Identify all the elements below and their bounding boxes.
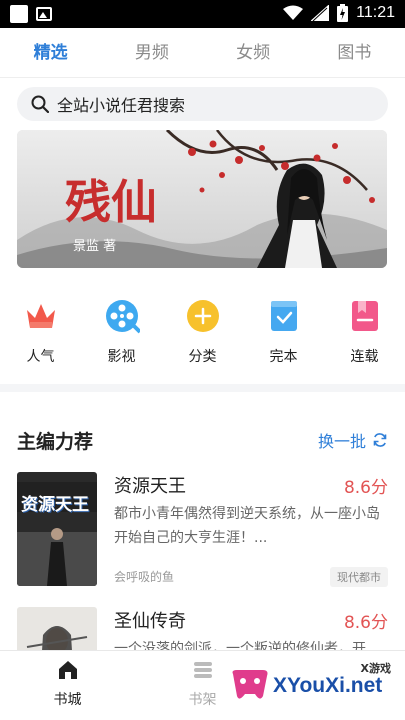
signal-icon — [311, 5, 330, 21]
refresh-label: 换一批 — [317, 432, 366, 451]
banner-author: 景监 著 — [73, 239, 116, 254]
gamepad-logo-icon — [232, 670, 268, 699]
book-title: 资源天王 — [114, 476, 186, 497]
book-score: 8.6分 — [343, 478, 388, 498]
category-completed[interactable]: 完本 — [243, 298, 324, 366]
refresh-icon — [373, 433, 387, 447]
book-cover: 资源天王 — [17, 472, 97, 586]
image-notification-icon — [36, 7, 52, 21]
watermark: X游戏 XYouXi.net — [227, 654, 397, 710]
wifi-icon — [283, 5, 304, 20]
notification-icon — [10, 5, 28, 23]
category-label: 完本 — [269, 349, 298, 365]
category-shortcuts: 人气 影视 分类 完本 连载 — [0, 298, 405, 366]
tab-books[interactable]: 图书 — [304, 28, 405, 77]
film-reel-icon — [105, 300, 140, 334]
book-description: 都市小青年偶然得到逆天系统，从一座小岛开始自己的大亨生涯！... — [114, 506, 380, 546]
tab-male[interactable]: 男频 — [101, 28, 202, 77]
nav-label: 书架 — [188, 692, 217, 708]
section-divider — [0, 384, 405, 392]
category-popular[interactable]: 人气 — [0, 298, 81, 366]
clock: 11:21 — [356, 4, 395, 21]
nav-label: 书城 — [53, 692, 82, 708]
book-item[interactable]: 资源天王 资源天王 8.6分 都市小青年偶然得到逆天系统，从一座小岛开始自己的大… — [17, 472, 388, 588]
crown-icon — [26, 304, 55, 328]
banner-artwork: 残仙 景监 著 — [17, 130, 387, 268]
home-icon — [58, 661, 77, 679]
category-label: 分类 — [188, 349, 217, 365]
banner[interactable]: 残仙 景监 著 — [17, 130, 387, 268]
book-author: 会呼吸的鱼 — [114, 570, 175, 584]
category-film[interactable]: 影视 — [81, 298, 162, 366]
section-title: 主编力荐 — [17, 431, 94, 453]
tab-featured[interactable]: 精选 — [0, 28, 101, 77]
bookmark-book-icon — [351, 301, 378, 331]
book-title: 圣仙传奇 — [114, 611, 186, 632]
refresh-button[interactable]: 换一批 — [318, 428, 388, 452]
category-label: 影视 — [107, 349, 136, 365]
bookshelf-icon — [193, 662, 212, 678]
search-icon — [31, 95, 49, 113]
book-score: 8.6分 — [343, 613, 388, 633]
category-classify[interactable]: 分类 — [162, 298, 243, 366]
book-item[interactable]: 圣仙传奇 8.6分 一个没落的剑派，一个叛逆的修仙者，开 — [17, 607, 388, 650]
book-genre-tag: 现代都市 — [330, 567, 388, 587]
status-bar: 11:21 — [0, 0, 405, 28]
nav-bookstore[interactable]: 书城 — [0, 651, 135, 720]
category-serial[interactable]: 连载 — [324, 298, 405, 366]
top-tabs: 精选 男频 女频 图书 — [0, 28, 405, 78]
search-placeholder: 全站小说任君搜索 — [57, 96, 186, 115]
search-bar[interactable]: 全站小说任君搜索 — [17, 87, 388, 121]
banner-title: 残仙 — [65, 175, 157, 229]
battery-icon — [337, 4, 349, 22]
book-cover — [17, 607, 97, 650]
watermark-text: XYouXi.net — [273, 674, 383, 697]
cover-title: 资源天王 — [21, 495, 89, 515]
tab-female[interactable]: 女频 — [203, 28, 304, 77]
check-book-icon — [270, 301, 297, 331]
category-label: 连载 — [350, 349, 379, 365]
plus-circle-icon — [186, 300, 219, 332]
book-description: 一个没落的剑派，一个叛逆的修仙者，开 — [114, 641, 366, 650]
category-label: 人气 — [26, 349, 55, 365]
